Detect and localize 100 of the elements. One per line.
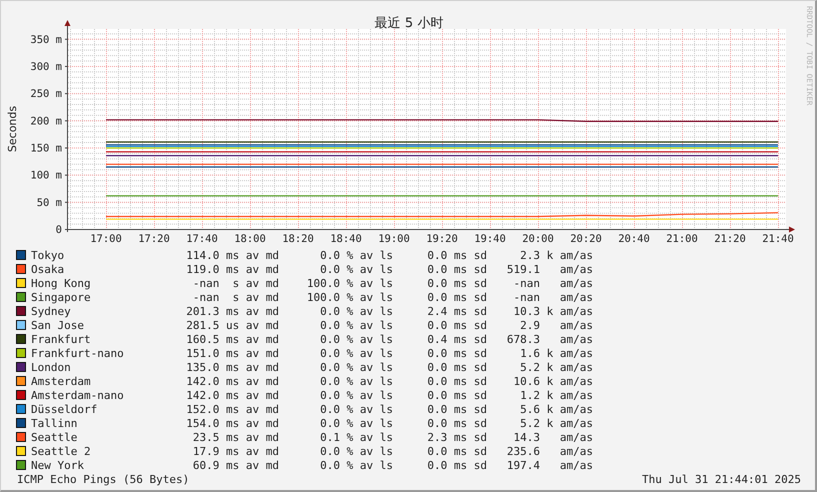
axis-label: 17:20 xyxy=(138,233,170,245)
am-as-value: 1.6 k am/as xyxy=(519,346,593,360)
stdev-value: 0.0 ms sd xyxy=(426,388,487,402)
axis-label: 50 m xyxy=(36,196,62,209)
am-as-value: 519.1 am/as xyxy=(506,262,593,276)
stdev-value: 0.0 ms sd xyxy=(426,248,487,262)
median-value: 23.5 ms av md xyxy=(192,430,279,444)
host-name: Amsterdam xyxy=(30,374,92,388)
stdev-value: 0.0 ms sd xyxy=(426,402,487,416)
stdev-value: 0.0 ms sd xyxy=(426,360,487,374)
stdev-value: 2.3 ms sd xyxy=(426,430,487,444)
am-as-value: 1.2 k am/as xyxy=(519,388,593,402)
axis-label: 150 m xyxy=(30,142,62,154)
graph-description: ICMP Echo Pings (56 Bytes) xyxy=(17,472,190,486)
stdev-value: 0.0 ms sd xyxy=(426,444,487,458)
host-name: London xyxy=(30,360,72,374)
stdev-value: 0.0 ms sd xyxy=(426,318,487,332)
axis-label: 19:20 xyxy=(426,233,458,245)
loss-value: 0.0 % av ls xyxy=(319,458,393,472)
median-value: 119.0 ms av md xyxy=(185,262,279,276)
host-name: Amsterdam-nano xyxy=(30,388,125,402)
stdev-value: 0.0 ms sd xyxy=(426,262,487,276)
loss-value: 0.0 % av ls xyxy=(319,304,393,318)
am-as-value: 10.6 k am/as xyxy=(512,374,593,388)
axis-label: 17:40 xyxy=(186,233,218,245)
axis-label: 200 m xyxy=(30,115,62,128)
median-value: -nan s av md xyxy=(192,290,279,304)
median-value: 154.0 ms av md xyxy=(185,416,279,430)
graph-timestamp: Thu Jul 31 21:44:01 2025 xyxy=(642,472,801,486)
loss-value: 0.0 % av ls xyxy=(319,332,393,346)
median-value: 60.9 ms av md xyxy=(192,458,279,472)
stdev-value: 0.4 ms sd xyxy=(426,332,487,346)
host-name: Singapore xyxy=(30,290,92,304)
median-value: 17.9 ms av md xyxy=(192,444,279,458)
stdev-value: 0.0 ms sd xyxy=(426,290,487,304)
axis-label: 20:40 xyxy=(618,233,650,245)
median-value: 281.5 us av md xyxy=(185,318,279,332)
axis-label: 19:00 xyxy=(378,233,410,245)
loss-value: 100.0 % av ls xyxy=(306,290,393,304)
loss-value: 0.0 % av ls xyxy=(319,248,393,262)
axis-label: 18:20 xyxy=(282,233,314,245)
loss-value: 0.0 % av ls xyxy=(319,388,393,402)
axis-label: 17:00 xyxy=(90,233,122,245)
am-as-value: 5.6 k am/as xyxy=(519,402,593,416)
am-as-value: 14.3 am/as xyxy=(512,430,593,444)
host-name: Düsseldorf xyxy=(30,402,98,416)
host-name: Tallinn xyxy=(30,416,78,430)
am-as-value: -nan am/as xyxy=(512,276,593,290)
stdev-value: 0.0 ms sd xyxy=(426,416,487,430)
loss-value: 0.1 % av ls xyxy=(319,430,393,444)
am-as-value: 10.3 k am/as xyxy=(512,304,593,318)
axis-label: 19:40 xyxy=(474,233,506,245)
am-as-value: 678.3 am/as xyxy=(506,332,593,346)
median-value: 114.0 ms av md xyxy=(185,248,279,262)
host-name: Osaka xyxy=(30,262,66,276)
axis-label: 100 m xyxy=(30,170,62,182)
axis-title: Seconds xyxy=(6,106,19,152)
host-name: Sydney xyxy=(30,304,72,318)
am-as-value: 5.2 k am/as xyxy=(519,416,593,430)
median-value: -nan s av md xyxy=(192,276,279,290)
loss-value: 0.0 % av ls xyxy=(319,360,393,374)
am-as-value: 197.4 am/as xyxy=(506,458,593,472)
am-as-value: 5.2 k am/as xyxy=(519,360,593,374)
axis-label: 18:40 xyxy=(330,233,362,245)
host-name: Seattle 2 xyxy=(30,444,92,458)
host-name: San Jose xyxy=(30,318,85,332)
axis-label: 350 m xyxy=(30,34,62,46)
chart-title: 最近 5 小时 xyxy=(374,16,444,31)
host-name: Tokyo xyxy=(30,248,66,262)
loss-value: 0.0 % av ls xyxy=(319,444,393,458)
median-value: 135.0 ms av md xyxy=(185,360,279,374)
median-value: 160.5 ms av md xyxy=(185,332,279,346)
host-name: Hong Kong xyxy=(30,276,92,290)
am-as-value: -nan am/as xyxy=(512,290,593,304)
loss-value: 0.0 % av ls xyxy=(319,318,393,332)
axis-label: 20:20 xyxy=(570,233,602,245)
median-value: 201.3 ms av md xyxy=(185,304,279,318)
loss-value: 0.0 % av ls xyxy=(319,262,393,276)
stdev-value: 2.4 ms sd xyxy=(426,304,487,318)
loss-value: 0.0 % av ls xyxy=(319,416,393,430)
axis-label: 21:40 xyxy=(762,233,794,245)
host-name: Seattle xyxy=(30,430,78,444)
loss-value: 100.0 % av ls xyxy=(306,276,393,290)
median-value: 142.0 ms av md xyxy=(185,388,279,402)
am-as-value: 2.9 am/as xyxy=(519,318,593,332)
axis-label: 20:00 xyxy=(522,233,554,245)
axis-label: 250 m xyxy=(30,88,62,100)
host-name: Frankfurt-nano xyxy=(30,346,125,360)
axis-label: 300 m xyxy=(30,60,62,73)
host-name: Frankfurt xyxy=(30,332,92,346)
stdev-value: 0.0 ms sd xyxy=(426,458,487,472)
loss-value: 0.0 % av ls xyxy=(319,402,393,416)
stdev-value: 0.0 ms sd xyxy=(426,346,487,360)
median-value: 142.0 ms av md xyxy=(185,374,279,388)
median-value: 152.0 ms av md xyxy=(185,402,279,416)
loss-value: 0.0 % av ls xyxy=(319,346,393,360)
am-as-value: 2.3 k am/as xyxy=(519,248,593,262)
axis-label: 21:00 xyxy=(666,233,698,245)
median-value: 151.0 ms av md xyxy=(185,346,279,360)
axis-label: 18:00 xyxy=(234,233,266,245)
